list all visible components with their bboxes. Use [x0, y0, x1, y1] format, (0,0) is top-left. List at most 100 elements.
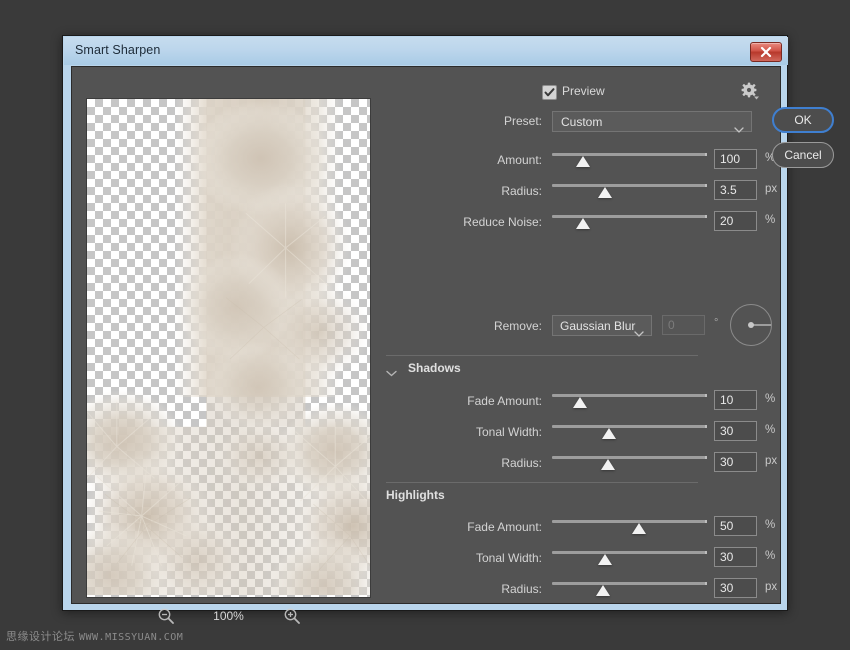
value-field-shadows-tonal-width[interactable]: 30 — [714, 421, 757, 441]
preview-canvas[interactable] — [86, 98, 371, 598]
slider-label: Radius: — [382, 184, 542, 198]
dialog-body: 100% Prev — [71, 66, 781, 604]
preset-dropdown[interactable]: Custom — [552, 111, 752, 132]
unit-label: px — [765, 183, 777, 195]
value-field-shadows-fade-amount[interactable]: 10 — [714, 390, 757, 410]
remove-label: Remove: — [382, 319, 542, 333]
preset-label: Preset: — [442, 114, 542, 128]
preset-row: Preset: Custom — [382, 111, 772, 133]
slider-track-reduce-noise[interactable] — [552, 211, 707, 233]
slider-thumb-shadows-fade-amount[interactable] — [573, 397, 587, 408]
close-button[interactable] — [750, 42, 782, 62]
value-field-highlights-tonal-width[interactable]: 30 — [714, 547, 757, 567]
slider-label: Fade Amount: — [382, 520, 542, 534]
preview-checkbox[interactable] — [542, 85, 557, 100]
slider-thumb-amount[interactable] — [576, 156, 590, 167]
section-title: Highlights — [386, 488, 445, 502]
slider-row-shadows-radius: Radius: 30 px — [382, 452, 772, 474]
slider-label: Tonal Width: — [382, 551, 542, 565]
slider-row-amount: Amount: 100 % — [382, 149, 772, 171]
smart-sharpen-dialog: Smart Sharpen — [62, 35, 788, 611]
slider-row-radius: Radius: 3.5 px — [382, 180, 772, 202]
slider-track-highlights-radius[interactable] — [552, 578, 707, 600]
chevron-down-icon — [634, 324, 644, 342]
degree-symbol: ° — [714, 317, 718, 329]
value-text: 3.5 — [720, 183, 737, 197]
value-text: 30 — [720, 424, 733, 438]
angle-dial-icon[interactable] — [730, 304, 772, 346]
slider-label: Fade Amount: — [382, 394, 542, 408]
slider-label: Amount: — [382, 153, 542, 167]
dialog-title: Smart Sharpen — [75, 43, 160, 57]
unit-label: % — [765, 393, 775, 405]
slider-row-highlights-radius: Radius: 30 px — [382, 578, 772, 600]
section-divider — [386, 355, 698, 356]
slider-row-highlights-tonal-width: Tonal Width: 30 % — [382, 547, 772, 569]
slider-track-radius[interactable] — [552, 180, 707, 202]
magnifier-plus-icon[interactable] — [283, 607, 301, 625]
slider-thumb-shadows-tonal-width[interactable] — [602, 428, 616, 439]
preset-value: Custom — [561, 115, 602, 129]
zoom-level-label: 100% — [209, 609, 249, 623]
slider-track-shadows-tonal-width[interactable] — [552, 421, 707, 443]
slider-label: Radius: — [382, 582, 542, 596]
slider-thumb-highlights-radius[interactable] — [596, 585, 610, 596]
check-icon — [544, 87, 555, 98]
preview-panel: 100% — [86, 98, 371, 598]
section-header-highlights: Highlights — [382, 482, 772, 506]
section-title: Shadows — [408, 361, 461, 375]
section-header-shadows: Shadows — [382, 355, 772, 379]
unit-label: % — [765, 519, 775, 531]
slider-track-shadows-radius[interactable] — [552, 452, 707, 474]
zoom-controls: 100% — [86, 603, 371, 629]
slider-track-highlights-fade-amount[interactable] — [552, 516, 707, 538]
value-field-highlights-radius[interactable]: 30 — [714, 578, 757, 598]
slider-row-shadows-tonal-width: Tonal Width: 30 % — [382, 421, 772, 443]
cancel-button[interactable]: Cancel — [772, 142, 834, 168]
unit-label: px — [765, 455, 777, 467]
value-text: 10 — [720, 393, 733, 407]
chevron-down-icon — [734, 120, 744, 138]
slider-label: Tonal Width: — [382, 425, 542, 439]
value-text: 100 — [720, 152, 740, 166]
slider-track-amount[interactable] — [552, 149, 707, 171]
slider-label: Reduce Noise: — [382, 215, 542, 229]
value-field-radius[interactable]: 3.5 — [714, 180, 757, 200]
remove-row: Remove: Gaussian Blur 0 ° — [382, 311, 772, 351]
slider-track-highlights-tonal-width[interactable] — [552, 547, 707, 569]
slider-row-reduce-noise: Reduce Noise: 20 % — [382, 211, 772, 233]
value-text: 30 — [720, 455, 733, 469]
value-text: 30 — [720, 581, 733, 595]
dialog-titlebar[interactable]: Smart Sharpen — [64, 37, 788, 65]
controls-column: Preview — [382, 77, 772, 597]
value-field-reduce-noise[interactable]: 20 — [714, 211, 757, 231]
preview-label[interactable]: Preview — [562, 84, 605, 98]
slider-thumb-highlights-tonal-width[interactable] — [598, 554, 612, 565]
gear-icon[interactable] — [740, 82, 762, 102]
unit-label: % — [765, 550, 775, 562]
unit-label: px — [765, 581, 777, 593]
slider-thumb-reduce-noise[interactable] — [576, 218, 590, 229]
unit-label: % — [765, 214, 775, 226]
remove-value: Gaussian Blur — [560, 319, 635, 333]
preview-row: Preview — [382, 82, 772, 104]
value-text: 50 — [720, 519, 733, 533]
value-field-highlights-fade-amount[interactable]: 50 — [714, 516, 757, 536]
watermark-cn: 思缘设计论坛 — [6, 630, 75, 643]
value-text: 30 — [720, 550, 733, 564]
chevron-down-icon[interactable] — [386, 364, 397, 382]
value-text: 20 — [720, 214, 733, 228]
slider-row-highlights-fade-amount: Fade Amount: 50 % — [382, 516, 772, 538]
remove-dropdown[interactable]: Gaussian Blur — [552, 315, 652, 336]
ok-button[interactable]: OK — [772, 107, 834, 133]
slider-thumb-shadows-radius[interactable] — [601, 459, 615, 470]
magnifier-minus-icon[interactable] — [157, 607, 175, 625]
slider-track-shadows-fade-amount[interactable] — [552, 390, 707, 412]
value-field-amount[interactable]: 100 — [714, 149, 757, 169]
value-field-shadows-radius[interactable]: 30 — [714, 452, 757, 472]
slider-thumb-radius[interactable] — [598, 187, 612, 198]
watermark-en: WWW.MISSYUAN.COM — [79, 632, 183, 643]
slider-thumb-highlights-fade-amount[interactable] — [632, 523, 646, 534]
preview-image — [87, 99, 370, 595]
unit-label: % — [765, 424, 775, 436]
